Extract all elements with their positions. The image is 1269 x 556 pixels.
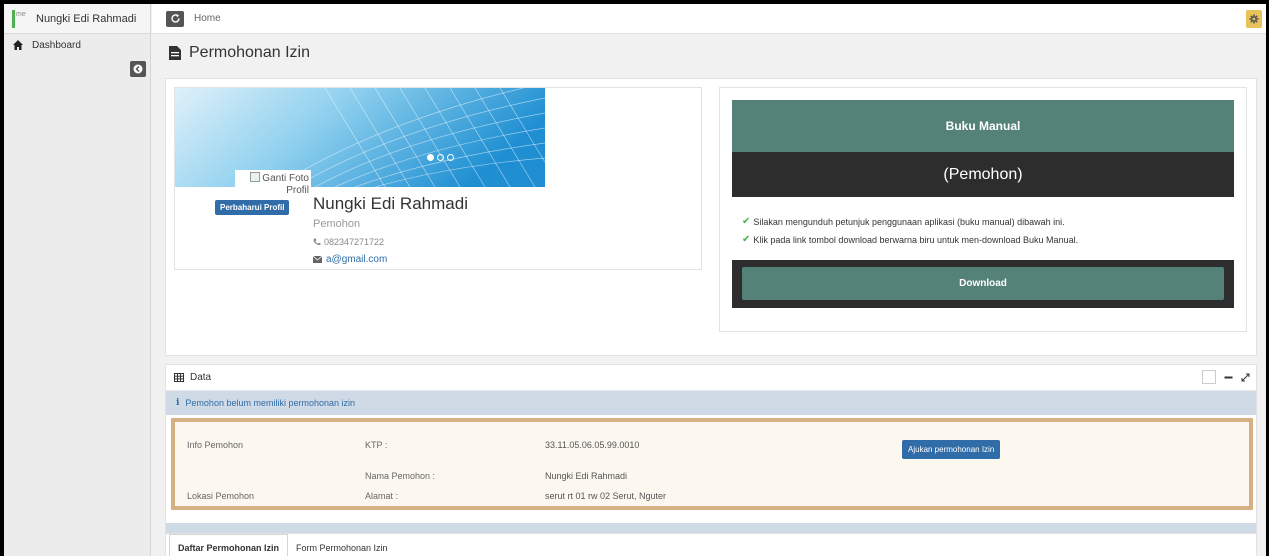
data-panel: Data i Pemohon belum memiliki permohonan… (165, 364, 1257, 556)
tab-bar: Daftar Permohonan Izin Form Permohonan I… (166, 533, 1256, 556)
carousel-dot[interactable] (447, 154, 454, 161)
profile-banner (175, 88, 545, 187)
topbar: Home (152, 4, 1266, 34)
manual-instruction-text: Silakan mengunduh petunjuk penggunaan ap… (753, 216, 1065, 227)
phone-icon (313, 238, 321, 246)
tabs-strip (166, 523, 1256, 533)
sidebar: me Nungki Edi Rahmadi Dashboard (4, 4, 151, 556)
minimize-icon[interactable] (1224, 373, 1233, 382)
settings-button[interactable] (1246, 10, 1262, 28)
collapse-icon (133, 64, 143, 74)
data-panel-header: Data (166, 365, 1256, 391)
manual-instruction: ✔ Klik pada link tombol download berwarn… (742, 234, 1078, 245)
panel-tools (1202, 370, 1250, 384)
manual-instruction: ✔ Silakan mengunduh petunjuk penggunaan … (742, 216, 1065, 227)
data-panel-title: Data (190, 372, 212, 383)
avatar: me (12, 9, 26, 28)
info-icon: i (176, 398, 180, 408)
lokasi-pemohon-label: Lokasi Pemohon (187, 491, 255, 501)
carousel-indicators (427, 154, 454, 161)
ktp-value: 33.11.05.06.05.99.0010 (545, 440, 640, 450)
submit-application-button[interactable]: Ajukan permohonan Izin (902, 440, 1001, 459)
profile-phone: 082347271722 (313, 237, 384, 247)
download-container: Download (732, 260, 1234, 308)
carousel-dot[interactable] (427, 154, 434, 161)
manual-title: Buku Manual (732, 100, 1234, 152)
profile-role: Pemohon (313, 218, 361, 230)
ktp-label: KTP : (365, 440, 388, 450)
alamat-value: serut rt 01 rw 02 Serut, Nguter (545, 491, 667, 501)
manual-subtitle: (Pemohon) (732, 152, 1234, 197)
document-icon (169, 46, 181, 60)
tab-daftar-permohonan[interactable]: Daftar Permohonan Izin (169, 534, 289, 556)
alamat-label: Alamat : (365, 491, 399, 501)
overview-panel: Ganti Foto Profil Perbaharui Profil Nung… (165, 78, 1257, 356)
profile-phone-text: 082347271722 (324, 237, 385, 247)
sidebar-item-dashboard[interactable]: Dashboard (4, 34, 150, 56)
refresh-icon (170, 14, 180, 23)
table-icon (174, 373, 184, 382)
sidebar-user[interactable]: me Nungki Edi Rahmadi (4, 4, 150, 34)
profile-photo[interactable]: Ganti Foto Profil (235, 170, 311, 198)
info-alert-text: Pemohon belum memiliki permohonan izin (185, 398, 356, 408)
update-profile-button[interactable]: Perbaharui Profil (215, 200, 290, 215)
info-pemohon-label: Info Pemohon (187, 440, 244, 450)
refresh-button[interactable] (166, 10, 184, 27)
profile-email-text: a@gmail.com (326, 254, 388, 265)
page-title-text: Permohonan Izin (189, 44, 310, 61)
sidebar-user-name: Nungki Edi Rahmadi (36, 12, 137, 25)
carousel-dot[interactable] (437, 154, 444, 161)
check-icon: ✔ (742, 234, 751, 245)
check-icon: ✔ (742, 216, 751, 227)
tab-form-permohonan[interactable]: Form Permohonan Izin (288, 534, 396, 556)
sidebar-collapse-button[interactable] (130, 61, 146, 77)
manual-instruction-text: Klik pada link tombol download berwarna … (753, 234, 1079, 245)
profile-email[interactable]: a@gmail.com (313, 254, 387, 265)
profile-photo-alt: Ganti Foto Profil (262, 173, 309, 196)
broken-image-icon (250, 172, 261, 182)
nama-label: Nama Pemohon : (365, 471, 436, 481)
home-icon (13, 40, 23, 50)
page-title: Permohonan Izin (169, 44, 310, 62)
sidebar-item-label: Dashboard (32, 39, 81, 51)
manual-card: Buku Manual (Pemohon) ✔ Silakan mengundu… (719, 87, 1247, 332)
expand-icon[interactable] (1241, 373, 1250, 382)
panel-checkbox[interactable] (1202, 370, 1216, 384)
profile-name: Nungki Edi Rahmadi (313, 194, 468, 213)
breadcrumb[interactable]: Home (194, 13, 221, 24)
envelope-icon (313, 256, 322, 263)
banner-image (175, 88, 545, 187)
applicant-info-box: Info Pemohon KTP : 33.11.05.06.05.99.001… (171, 418, 1253, 510)
gear-icon (1249, 14, 1259, 24)
app-frame: me Nungki Edi Rahmadi Dashboard Home Per… (4, 4, 1266, 556)
nama-value: Nungki Edi Rahmadi (545, 471, 628, 481)
info-alert: i Pemohon belum memiliki permohonan izin (166, 391, 1256, 415)
profile-card: Ganti Foto Profil Perbaharui Profil Nung… (174, 87, 702, 270)
download-button[interactable]: Download (742, 267, 1224, 300)
